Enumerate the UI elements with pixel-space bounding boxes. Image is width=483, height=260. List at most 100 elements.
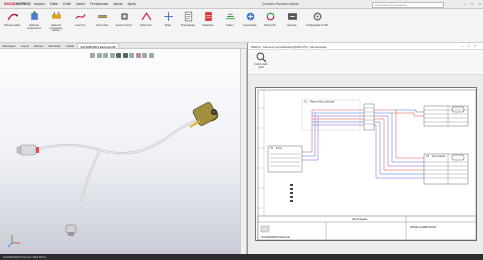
ribbon-button-add-components[interactable]: Adicionar componentes [24,11,44,30]
menu-item-ferramentas[interactable]: Ferramentas [90,2,108,6]
schematic-dialog: ZEM-D - Harness (cinzaModelo)[6181-PN] -… [247,43,483,254]
schematic-sheet[interactable]: X1 Plano elétrico principal X2 Fonte X3 … [255,87,477,241]
bottom-connector[interactable] [65,224,77,236]
ribbon-button-add-electrical[interactable]: Adicionar componente elétrico [46,11,66,33]
app-logo[interactable]: SOLIDWORKS [4,1,31,6]
ribbon-label: Adicionar componentes [26,23,42,30]
ribbon-label: Adicionar componente elétrico [49,23,63,33]
magnifier-icon [256,52,266,63]
ribbon-button-export[interactable]: Exportar [282,11,302,28]
tab-marcacao[interactable]: Marcação [46,43,63,48]
ribbon-button-manager[interactable]: Gerenciador [240,11,260,28]
status-text: SOLIDWORKS Premium 2022 SP2.0 [3,255,46,259]
ribbon-label: Inserir conector [115,23,133,27]
block-x1-label: Plano elétrico principal [310,101,335,104]
ribbon-label: Configuração do SW [305,23,329,27]
ribbon-label: Gerenciador [243,23,257,27]
properties-icon [184,11,192,22]
menu-item-exibir[interactable]: Exibir [63,2,71,6]
harness-trunk [37,115,206,155]
logo-brand: SOLID [4,1,16,6]
wire-icon [75,14,85,19]
tab-electrical-3d[interactable]: SOLIDWORKS Electrical 3D [76,43,120,49]
tab-avaliar[interactable]: Avaliar [63,43,77,48]
flatten-icon [225,13,235,20]
command-search-input[interactable]: Comandos de pesquisa [372,1,444,8]
harness-icon [7,13,18,21]
sync-icon [266,12,274,21]
schematic-drawing: X1 Plano elétrico principal X2 Fonte X3 … [257,89,477,241]
menu-item-arquivo[interactable]: Arquivo [34,2,45,6]
define-overview-label: Definir visão geral [254,64,268,69]
ribbon-button-insert-wire[interactable]: Inserir fio [70,11,90,28]
harness-branch [70,149,102,228]
status-bar: SOLIDWORKS Premium 2022 SP2.0 [0,254,483,260]
ribbon-label: Propriedades [180,23,196,27]
ribbon-button-insert-cable[interactable]: Inserir cabo [92,11,112,28]
define-overview-button[interactable]: Definir visão geral [252,52,270,69]
tab-esboco[interactable]: Esboço [32,43,46,48]
block-x2-label: Fonte [276,147,283,150]
ribbon-label: Inserir fio [75,23,85,27]
ribbon-button-edit-route[interactable]: Editar rota [136,11,156,28]
report-icon [204,12,212,21]
sheet-title: Alimentação [352,217,368,221]
routes-icon [163,12,173,21]
maximize-icon[interactable]: □ [471,1,473,6]
block-x1-id: X1 [304,101,308,104]
menu-item-inserir[interactable]: Inserir [76,2,85,6]
ribbon-button-sync[interactable]: Sincronizar [260,11,280,28]
ribbon-label: Sincronizar [264,23,276,27]
dialog-title: ZEM-D - Harness (cinzaModelo)[6181-PN] -… [251,44,327,49]
dialog-window-controls[interactable]: –□× [462,44,480,48]
ribbon-label: Rotas [164,23,172,27]
ribbon-button-flatten[interactable]: Flatten [220,11,240,28]
ribbon-label: Relatórios [202,23,214,27]
connector-icon [120,13,128,20]
right-connector[interactable] [189,101,219,128]
title-bar: SOLIDWORKS Arquivo Editar Exibir Inserir… [0,0,483,9]
dialog-toolbar: Definir visão geral [248,50,483,75]
menu-item-ajuda[interactable]: Ajuda [127,2,135,6]
drawing-area[interactable]: X1 Plano elétrico principal X2 Fonte X3 … [248,75,483,254]
dialog-title-bar: ZEM-D - Harness (cinzaModelo)[6181-PN] -… [248,43,483,50]
ribbon-button-harness[interactable]: Harness cables [2,11,22,28]
tab-layout[interactable]: Layout [18,43,31,48]
export-icon [287,13,297,20]
command-manager-ribbon: Harness cables Adicionar componentes Adi… [0,9,483,43]
cable-icon [97,15,107,18]
tab-montagem[interactable]: Montagem [0,43,18,48]
orientation-triad [7,235,20,248]
left-connector[interactable] [16,144,39,156]
revision-code: PN6181-ALIMENTAÇÃO [410,226,437,229]
logo-suffix: WORKS [15,1,31,6]
electrical-component-icon [51,12,61,19]
ribbon-button-routes[interactable]: Rotas [158,11,178,28]
task-pane-tabs[interactable] [240,49,246,254]
window-controls: – □ × [464,1,481,6]
company-name: SOLIDWORKS Electrical [261,235,290,239]
ribbon-label: Editar rota [140,23,152,27]
harness-3d-model[interactable] [0,49,247,254]
ribbon-button-reports[interactable]: Relatórios [198,11,218,28]
logo-placeholder-icon [260,225,270,233]
close-icon[interactable]: × [479,1,481,6]
add-component-icon [30,11,38,20]
graphics-viewport[interactable] [0,49,247,254]
ribbon-button-properties[interactable]: Propriedades [178,11,198,28]
ribbon-button-insert-connector[interactable]: Inserir conector [114,11,134,28]
main-menu: Arquivo Editar Exibir Inserir Ferramenta… [34,2,136,6]
ribbon-label: Exportar [287,23,297,27]
minimize-icon[interactable]: – [464,1,466,6]
menu-item-janela[interactable]: Janela [113,2,122,6]
ribbon-label: Inserir cabo [95,23,109,27]
edit-route-icon [141,12,151,21]
block-x3-label: Alimentação [432,155,446,158]
gear-icon [313,12,321,21]
manager-icon [246,12,254,21]
ribbon-label: Harness cables [3,23,21,27]
document-title: Conector Harness chicote [262,2,299,6]
ribbon-button-sw-config[interactable]: Configuração do SW [304,11,330,28]
menu-item-editar[interactable]: Editar [50,2,58,6]
ribbon-label: Flatten [226,23,234,27]
